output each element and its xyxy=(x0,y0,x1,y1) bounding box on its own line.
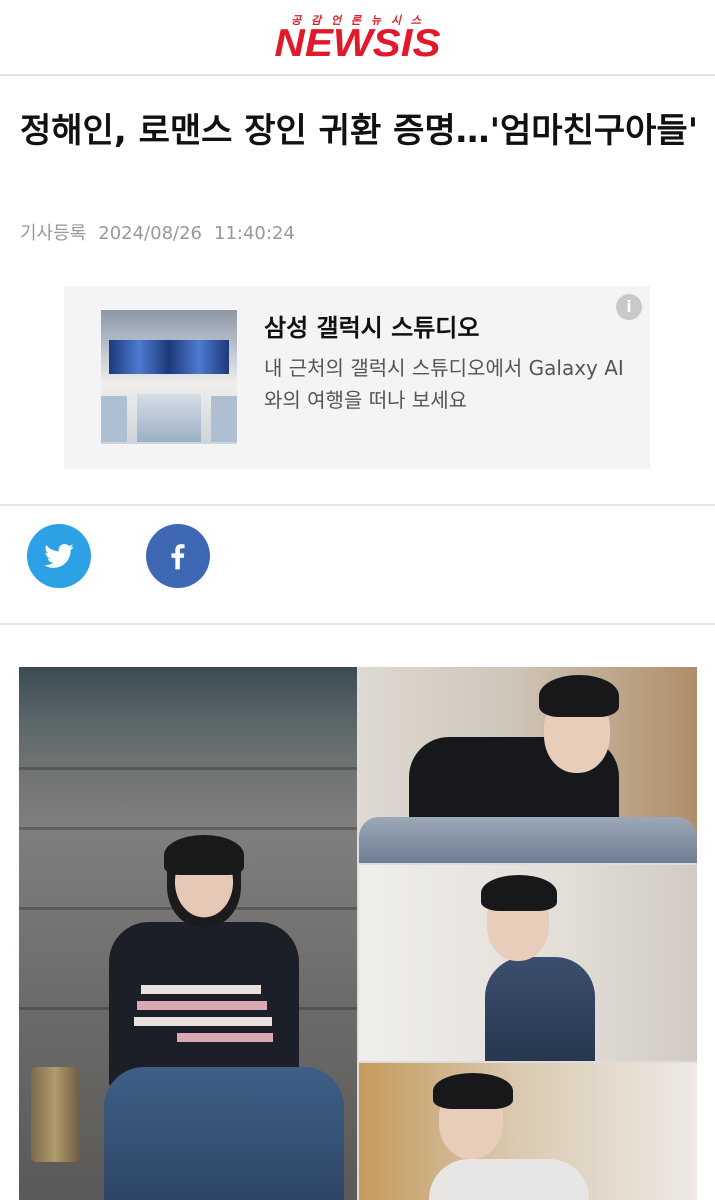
info-icon[interactable]: i xyxy=(616,294,642,320)
twitter-icon xyxy=(44,544,74,568)
thumb-desk-right xyxy=(211,396,237,442)
article-photo[interactable] xyxy=(19,667,697,1200)
site-header: 공 감 언 론 뉴 시 스 NEWSIS xyxy=(0,0,715,76)
hair xyxy=(164,835,244,875)
jacket xyxy=(485,957,595,1061)
hair xyxy=(539,675,619,717)
article-meta: 기사등록 2024/08/26 11:40:24 xyxy=(20,219,307,245)
thumb-screens xyxy=(109,340,229,374)
meta-label: 기사등록 xyxy=(20,223,87,244)
ad-thumbnail[interactable] xyxy=(101,310,237,444)
thumb-desk-left xyxy=(101,396,127,442)
ad-title[interactable]: 삼성 갤럭시 스튜디오 xyxy=(264,308,479,343)
article-date: 2024/08/26 xyxy=(98,223,202,244)
facebook-share-button[interactable] xyxy=(146,524,210,588)
hair xyxy=(481,875,557,911)
jeans xyxy=(104,1067,344,1200)
sweater-stripe xyxy=(137,1001,267,1010)
article-time: 11:40:24 xyxy=(214,223,295,244)
photo-panel-bed xyxy=(359,667,697,863)
blanket xyxy=(359,817,697,863)
ad-banner[interactable]: 삼성 갤럭시 스튜디오 내 근처의 갤럭시 스튜디오에서 Galaxy AI와의… xyxy=(64,286,650,469)
thumb-desk-center xyxy=(137,394,201,442)
stair-edge xyxy=(19,767,357,770)
twitter-share-button[interactable] xyxy=(27,524,91,588)
stair-edge xyxy=(19,827,357,830)
facebook-icon xyxy=(171,544,185,570)
sweater-stripe xyxy=(177,1033,273,1042)
photo-panel-portrait xyxy=(359,865,697,1061)
sweater-stripe xyxy=(134,1017,272,1026)
ad-description[interactable]: 내 근처의 갤럭시 스튜디오에서 Galaxy AI와의 여행을 떠나 보세요 xyxy=(264,352,624,416)
divider xyxy=(0,504,715,506)
hair xyxy=(433,1073,513,1109)
article-title: 정해인, 로맨스 장인 귀환 증명…'엄마친구아들' xyxy=(20,111,699,151)
brass-pipe xyxy=(31,1067,79,1162)
newsis-logo[interactable]: NEWSIS xyxy=(0,22,715,66)
photo-panel-cafe xyxy=(359,1063,697,1200)
divider xyxy=(0,623,715,625)
sweater-stripe xyxy=(141,985,261,994)
photo-panel-sitting xyxy=(19,667,357,1200)
shirt xyxy=(429,1159,589,1200)
